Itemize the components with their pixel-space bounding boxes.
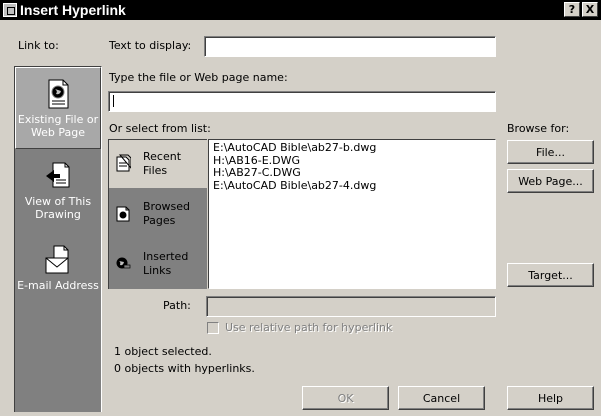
link-to-label: Link to: [18,39,59,52]
target-button[interactable]: Target... [507,263,594,287]
recent-files-icon [116,154,131,172]
close-button[interactable]: X [582,2,598,17]
browse-for-label: Browse for: [507,122,570,135]
path-field [206,296,496,317]
status-hyperlinks: 0 objects with hyperlinks. [114,362,255,375]
target-button-label: Target... [528,268,573,282]
list-item[interactable]: H:\AB27-C.DWG [213,166,491,180]
text-to-display-field[interactable] [204,36,496,57]
link-to-existing-file[interactable]: Existing File or Web Page [15,67,101,149]
list-source-tabs: Recent Files Browsed Pages Inserted Link… [108,139,207,289]
tab-browsed-pages[interactable]: Browsed Pages [109,190,207,238]
ok-button[interactable]: OK [302,386,389,410]
help-title-button[interactable]: ? [564,2,580,17]
link-to-view-of-drawing[interactable]: View of This Drawing [15,161,101,241]
dialog-title: Insert Hyperlink [20,2,126,18]
help-button[interactable]: Help [507,386,594,410]
link-to-view-of-drawing-label: View of This Drawing [24,195,92,221]
relative-path-label: Use relative path for hyperlink [225,321,393,334]
ok-button-label: OK [337,391,354,405]
tab-inserted-links-label: Inserted Links [143,250,189,277]
tab-recent-files-label: Recent Files [143,150,182,177]
browsed-pages-icon [116,206,130,222]
link-to-email-address[interactable]: E-mail Address [15,245,101,305]
tab-recent-files[interactable]: Recent Files [109,140,207,188]
browse-web-page-button-label: Web Page... [518,174,583,188]
help-button-label: Help [537,391,564,405]
text-caret [113,95,114,107]
status-selected: 1 object selected. [114,345,212,358]
insert-hyperlink-dialog: Insert Hyperlink ? X Link to: Existing F… [0,0,601,416]
title-bar[interactable]: Insert Hyperlink ? X [0,0,601,20]
tab-browsed-pages-label: Browsed Pages [143,200,191,227]
app-window-icon[interactable] [3,3,17,17]
text-to-display-label-text: Text to display: [109,39,192,52]
browse-web-page-button[interactable]: Web Page... [507,169,594,193]
file-or-web-label: Type the file or Web page name: [109,71,288,84]
recent-files-list[interactable]: E:\AutoCAD Bible\ab27-b.dwg H:\AB16-E.DW… [208,139,496,289]
cancel-button-label: Cancel [422,391,461,405]
text-to-display-label: Text to display: [109,39,191,52]
link-to-email-address-label: E-mail Address [17,279,99,292]
list-item[interactable]: E:\AutoCAD Bible\ab27-b.dwg [213,141,491,155]
browse-file-button[interactable]: File... [507,140,594,164]
tab-inserted-links[interactable]: Inserted Links [109,240,207,288]
path-label: Path: [163,299,191,312]
inserted-links-icon [116,257,131,269]
file-or-web-input[interactable] [108,91,496,112]
relative-path-checkbox[interactable] [207,322,219,334]
browse-file-button-label: File... [536,145,565,159]
link-to-existing-file-label: Existing File or Web Page [17,113,99,139]
cancel-button[interactable]: Cancel [398,386,485,410]
link-to-panel: Existing File or Web Page View of This D… [14,66,102,412]
email-envelope-icon [45,245,69,274]
select-from-list-label: Or select from list: [109,122,211,135]
drawing-view-icon [46,162,70,188]
document-globe-icon [48,79,69,109]
list-item[interactable]: E:\AutoCAD Bible\ab27-4.dwg [213,179,491,193]
